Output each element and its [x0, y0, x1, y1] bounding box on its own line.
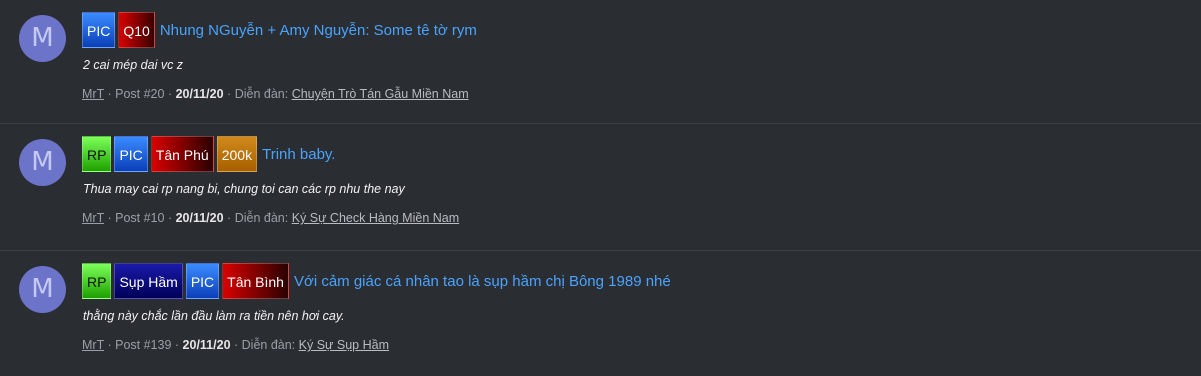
prefix-badge[interactable]: PIC [114, 136, 148, 172]
author-link[interactable]: MrT [82, 338, 104, 352]
meta-separator: · [107, 338, 116, 352]
post-date: 20/11/20 [175, 211, 224, 225]
result-title-link[interactable]: Trinh baby. [262, 146, 335, 163]
avatar[interactable]: M [19, 15, 66, 62]
post-number: Post #20 [115, 87, 165, 101]
search-result-item: M PIC Q10 Nhung NGuyễn + Amy Nguyễn: Som… [0, 0, 1201, 124]
meta-separator: · [107, 211, 116, 225]
meta-separator: · [167, 211, 176, 225]
result-title-link[interactable]: Nhung NGuyễn + Amy Nguyễn: Some tê tờ ry… [160, 22, 477, 39]
result-title-link[interactable]: Với cảm giác cá nhân tao là sụp hầm chị … [294, 273, 671, 290]
result-meta: MrT · Post #20 · 20/11/20 · Diễn đàn: Ch… [82, 87, 469, 101]
search-results-list: M PIC Q10 Nhung NGuyễn + Amy Nguyễn: Som… [0, 0, 1201, 375]
forum-label: Diễn đàn: [234, 211, 289, 225]
prefix-badge[interactable]: PIC [82, 12, 116, 48]
post-number: Post #139 [115, 338, 172, 352]
forum-label: Diễn đàn: [234, 87, 289, 101]
post-date: 20/11/20 [175, 87, 224, 101]
search-result-item: M RP Sụp Hầm PIC Tân Bình Với cảm giác c… [0, 251, 1201, 375]
meta-separator: · [227, 87, 235, 101]
result-meta: MrT · Post #139 · 20/11/20 · Diễn đàn: K… [82, 338, 389, 352]
forum-label: Diễn đàn: [241, 338, 296, 352]
prefix-badge[interactable]: RP [82, 136, 112, 172]
avatar[interactable]: M [19, 266, 66, 313]
meta-separator: · [234, 338, 242, 352]
prefix-badge[interactable]: Tân Phú [150, 136, 214, 172]
result-snippet: 2 cai mép dai vc z [83, 58, 184, 72]
prefix-badge[interactable]: PIC [185, 263, 220, 299]
author-link[interactable]: MrT [82, 211, 104, 225]
search-result-item: M RP PIC Tân Phú 200k Trinh baby. Thua m… [0, 124, 1201, 251]
meta-separator: · [107, 87, 116, 101]
avatar[interactable]: M [19, 139, 66, 186]
forum-link[interactable]: Ký Sự Check Hàng Miền Nam [292, 211, 459, 225]
result-title-line: RP Sụp Hầm PIC Tân Bình Với cảm giác cá … [82, 263, 671, 299]
prefix-badge[interactable]: Q10 [118, 12, 155, 48]
result-title-line: PIC Q10 Nhung NGuyễn + Amy Nguyễn: Some … [82, 12, 477, 48]
result-snippet: thằng này chắc lần đầu làm ra tiền nên h… [83, 309, 345, 323]
meta-separator: · [167, 87, 176, 101]
forum-link[interactable]: Ký Sự Sụp Hầm [299, 338, 389, 352]
result-title-line: RP PIC Tân Phú 200k Trinh baby. [82, 136, 335, 172]
meta-separator: · [227, 211, 235, 225]
prefix-badge[interactable]: RP [82, 263, 112, 299]
result-meta: MrT · Post #10 · 20/11/20 · Diễn đàn: Ký… [82, 211, 459, 225]
author-link[interactable]: MrT [82, 87, 104, 101]
prefix-badge[interactable]: Sụp Hầm [114, 263, 183, 299]
meta-separator: · [174, 338, 183, 352]
result-snippet: Thua may cai rp nang bi, chung toi can c… [83, 182, 405, 196]
prefix-badge[interactable]: 200k [216, 136, 258, 172]
post-date: 20/11/20 [182, 338, 231, 352]
forum-link[interactable]: Chuyện Trò Tán Gẫu Miền Nam [292, 87, 469, 101]
post-number: Post #10 [115, 211, 165, 225]
prefix-badge[interactable]: Tân Bình [222, 263, 289, 299]
